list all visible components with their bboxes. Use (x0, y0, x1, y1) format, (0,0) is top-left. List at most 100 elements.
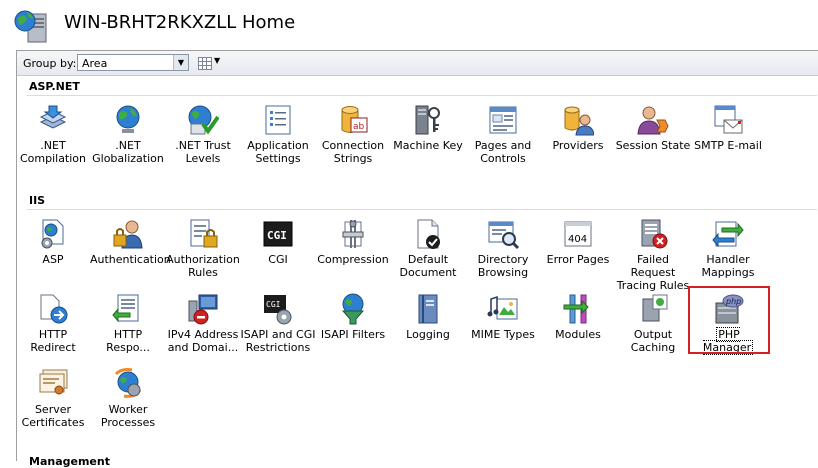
providers-icon (564, 106, 594, 136)
group-by-label: Group by: (23, 57, 77, 70)
tile-label: Failed Request Tracing Rules (616, 253, 690, 292)
tile-label: Providers (552, 139, 604, 152)
tile-label: CGI (268, 253, 288, 266)
tile-label: Compression (317, 253, 389, 266)
feature-failed-request-tracing[interactable]: Failed Request Tracing Rules (615, 218, 691, 292)
redirect-icon (40, 294, 68, 324)
error-404-text: 404 (568, 234, 587, 245)
feature-connection-strings[interactable]: ab Connection Strings (315, 104, 391, 176)
feature-modules[interactable]: Modules (540, 293, 616, 365)
authorization-icon (190, 219, 218, 248)
modules-icon (563, 294, 589, 324)
php-manager-highlight (688, 286, 770, 354)
feature-cgi[interactable]: CGI CGI (240, 218, 316, 290)
directory-browse-icon (488, 221, 519, 250)
response-headers-icon (112, 294, 139, 323)
globe-icon (116, 105, 140, 133)
feature-worker-processes[interactable]: Worker Processes (90, 368, 166, 440)
settings-list-icon (265, 105, 291, 135)
email-icon (714, 105, 743, 134)
tile-label: .NET Trust Levels (175, 139, 231, 165)
feature-directory-browsing[interactable]: Directory Browsing (465, 218, 541, 290)
section-header-management: Management (29, 455, 110, 468)
feature-default-document[interactable]: Default Document (390, 218, 466, 290)
feature-output-caching[interactable]: Output Caching (615, 293, 691, 365)
feature-net-trust-levels[interactable]: .NET Trust Levels (165, 104, 241, 176)
tile-label: MIME Types (471, 328, 535, 341)
tile-label: Logging (406, 328, 450, 341)
tile-label: Default Document (399, 253, 457, 279)
filter-globe-icon (341, 293, 365, 325)
tile-label: Connection Strings (321, 139, 385, 165)
tile-label: Server Certificates (21, 403, 85, 429)
feature-http-redirect[interactable]: HTTP Redirect (15, 293, 91, 365)
dropdown-arrow-icon: ▼ (214, 56, 221, 65)
feature-authentication[interactable]: Authentication (90, 218, 171, 290)
feature-ipv4-domain-restrictions[interactable]: IPv4 Address and Domai... (165, 293, 241, 365)
handler-arrows-icon (712, 221, 744, 248)
document-check-icon (417, 219, 440, 249)
isapi-cgi-icon: CGI (264, 295, 292, 325)
feature-pages-and-controls[interactable]: Pages and Controls (465, 104, 541, 176)
tile-label: Authorization Rules (166, 253, 240, 279)
feature-net-compilation[interactable]: .NET Compilation (15, 104, 91, 176)
tile-label: Worker Processes (100, 403, 156, 429)
certificate-icon (39, 369, 68, 395)
page-header: WIN-BRHT2RKXZLL Home (0, 0, 818, 48)
tile-label: IPv4 Address and Domai... (167, 328, 239, 354)
tiles-view-icon (198, 57, 212, 70)
feature-isapi-filters[interactable]: ISAPI Filters (315, 293, 391, 365)
tile-label: SMTP E-mail (694, 139, 762, 152)
tile-label: .NET Compilation (19, 139, 87, 165)
error-404-icon: 404 (564, 221, 592, 247)
feature-smtp-email[interactable]: SMTP E-mail (690, 104, 766, 176)
tile-label: Modules (555, 328, 601, 341)
group-by-value: Area (82, 57, 108, 70)
feature-isapi-cgi-restrictions[interactable]: CGI ISAPI and CGI Restrictions (240, 293, 316, 365)
feature-machine-key[interactable]: Machine Key (390, 104, 466, 176)
section-divider (27, 209, 817, 210)
tile-label: .NET Globalization (92, 139, 164, 165)
feature-authorization-rules[interactable]: Authorization Rules (165, 218, 241, 290)
tile-label: HTTP Redirect (30, 328, 76, 354)
tile-label: ISAPI Filters (320, 328, 386, 341)
mime-media-icon (487, 295, 518, 320)
chevron-down-icon[interactable]: ▼ (173, 55, 188, 70)
group-by-select[interactable]: Area ▼ (77, 54, 189, 71)
tile-label: Session State (615, 139, 691, 152)
user-lock-icon (113, 220, 143, 249)
tile-label: ASP (42, 253, 64, 266)
feature-compression[interactable]: Compression (315, 218, 391, 290)
feature-asp[interactable]: ASP (15, 218, 91, 290)
feature-application-settings[interactable]: Application Settings (240, 104, 316, 176)
failed-request-icon (641, 219, 668, 249)
feature-session-state[interactable]: Session State (615, 104, 691, 176)
feature-error-pages[interactable]: 404 Error Pages (540, 218, 616, 290)
tile-label: Directory Browsing (477, 253, 529, 279)
view-mode-button[interactable]: ▼ (195, 54, 227, 73)
tile-label: HTTP Respo... (106, 328, 150, 354)
section-header-iis: IIS (29, 194, 46, 207)
page-title: WIN-BRHT2RKXZLL Home (64, 12, 296, 33)
section-header-aspnet: ASP.NET (29, 80, 80, 93)
tile-label: Error Pages (546, 253, 610, 266)
feature-http-response-headers[interactable]: HTTP Respo... (90, 293, 166, 365)
tile-label: Authentication (90, 253, 171, 266)
tile-label: ISAPI and CGI Restrictions (240, 328, 316, 354)
clamp-icon (342, 220, 364, 248)
feature-server-certificates[interactable]: Server Certificates (15, 368, 91, 440)
feature-handler-mappings[interactable]: Handler Mappings (690, 218, 766, 290)
feature-net-globalization[interactable]: .NET Globalization (90, 104, 166, 176)
toolbar: Group by: Area ▼ ▼ (17, 51, 818, 76)
key-server-icon (415, 105, 440, 135)
feature-providers[interactable]: Providers (540, 104, 616, 176)
session-user-icon (637, 106, 669, 135)
feature-logging[interactable]: Logging (390, 293, 466, 365)
asp-page-gear-icon (41, 219, 64, 249)
feature-mime-types[interactable]: MIME Types (465, 293, 541, 365)
cgi-small-text: CGI (266, 300, 281, 309)
ip-restriction-icon (188, 294, 218, 325)
output-cache-icon (642, 294, 668, 322)
globe-check-icon (188, 105, 219, 135)
worker-processes-icon (114, 368, 142, 398)
